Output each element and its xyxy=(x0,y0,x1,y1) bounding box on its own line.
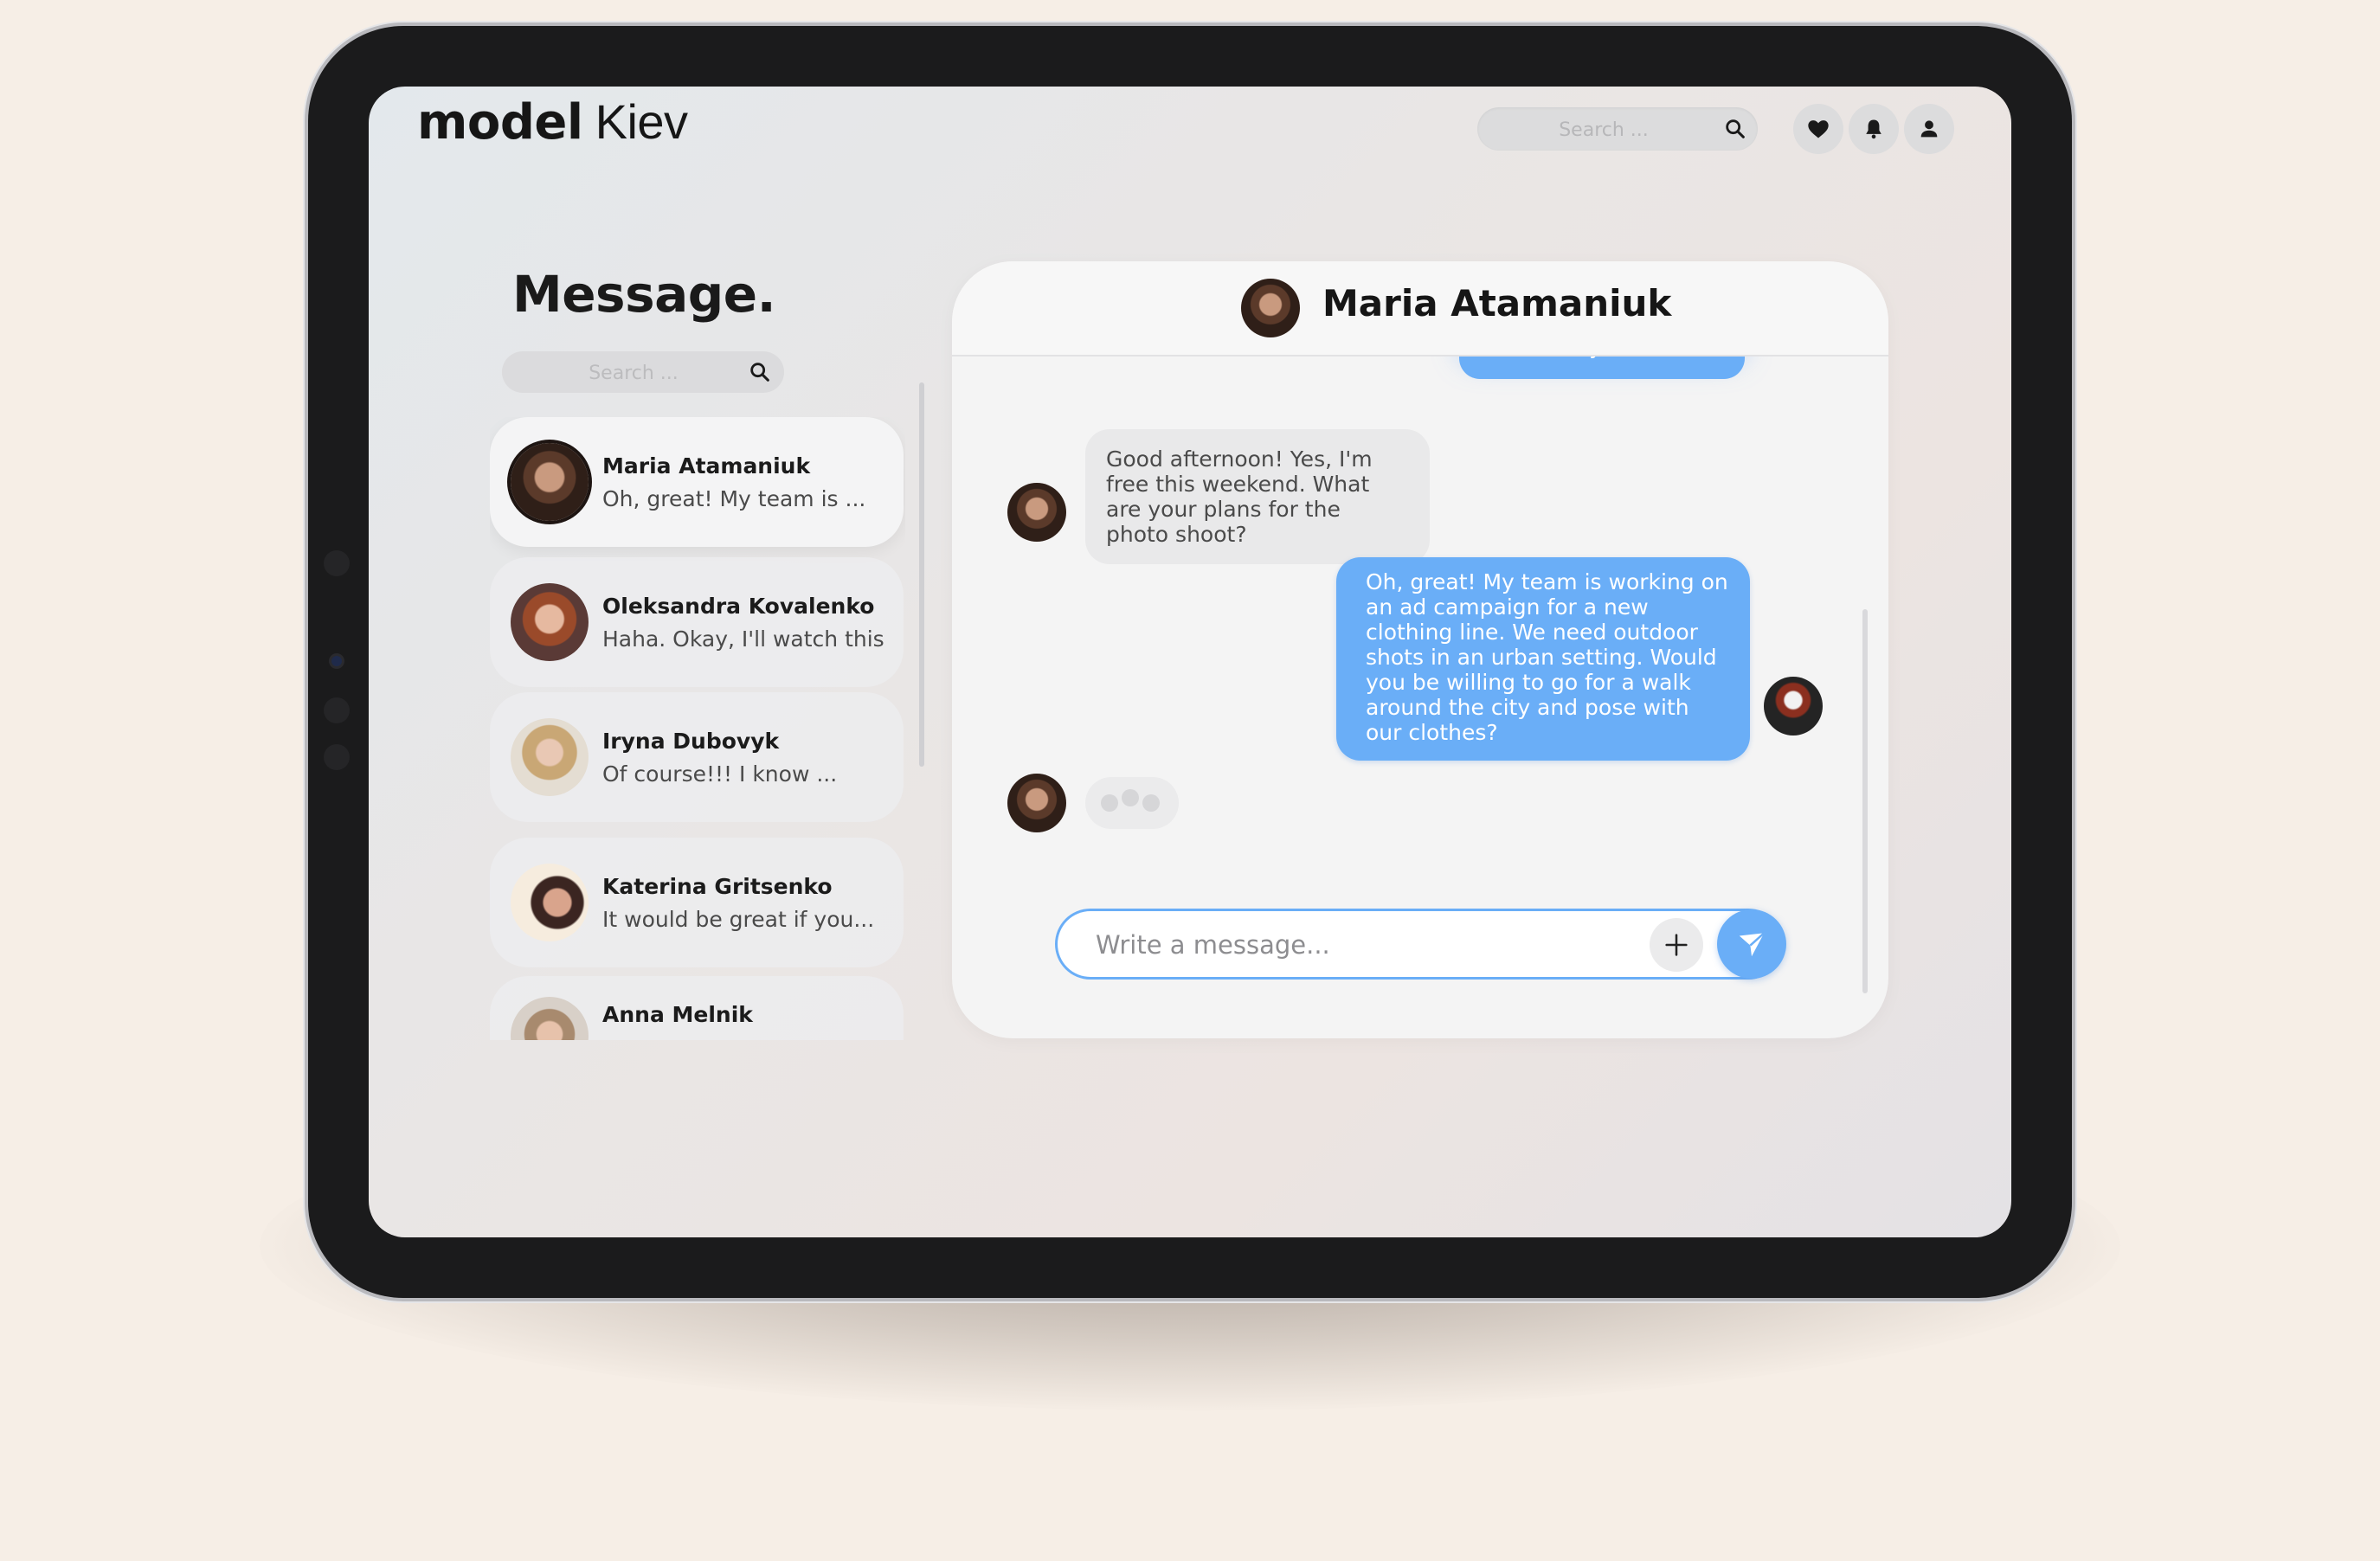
bell-icon xyxy=(1866,119,1881,139)
typing-dot xyxy=(1142,794,1160,812)
typing-dot xyxy=(1122,789,1139,806)
notifications-button[interactable] xyxy=(1849,104,1899,154)
contact-list-scrollbar[interactable] xyxy=(919,382,924,767)
front-camera xyxy=(331,656,342,666)
contact-name: Maria Atamaniuk xyxy=(602,453,811,479)
chat-scrollbar[interactable] xyxy=(1862,609,1868,993)
chat-contact-avatar[interactable] xyxy=(1241,279,1300,337)
app-logo[interactable]: model Kiev xyxy=(417,93,688,151)
avatar xyxy=(511,443,589,521)
sender-avatar xyxy=(1007,483,1066,542)
chat-panel: Haha. Okay, I'll watch this Maria Ataman… xyxy=(952,261,1888,1038)
send-icon xyxy=(1739,932,1766,957)
favorites-button[interactable] xyxy=(1793,104,1843,154)
device-sensor xyxy=(324,697,350,723)
send-button[interactable] xyxy=(1717,909,1786,979)
chat-header: Maria Atamaniuk xyxy=(952,261,1888,357)
avatar xyxy=(511,718,589,796)
header-search-bar[interactable] xyxy=(1477,107,1758,151)
avatar xyxy=(511,583,589,661)
message-composer[interactable] xyxy=(1058,909,1786,979)
logo-light-text: Kiev xyxy=(595,94,688,149)
logo-bold-text: model xyxy=(417,94,583,151)
contact-item[interactable]: Katerina Gritsenko It would be great if … xyxy=(490,838,904,967)
own-avatar xyxy=(1764,677,1823,736)
message-input[interactable] xyxy=(1094,922,1617,968)
profile-button[interactable] xyxy=(1904,104,1954,154)
contact-item[interactable]: Iryna Dubovyk Of course!!! I know ... xyxy=(490,692,904,822)
add-attachment-button[interactable] xyxy=(1650,918,1703,972)
contacts-search-bar[interactable] xyxy=(502,351,784,393)
chat-contact-name: Maria Atamaniuk xyxy=(1322,282,1672,324)
avatar xyxy=(511,864,589,941)
typing-indicator xyxy=(1085,777,1179,829)
sender-avatar xyxy=(1007,774,1066,832)
user-icon xyxy=(1920,120,1938,138)
contact-name: Katerina Gritsenko xyxy=(602,874,833,899)
contact-item[interactable]: Oleksandra Kovalenko Haha. Okay, I'll wa… xyxy=(490,557,904,687)
outgoing-message-bubble: Oh, great! My team is working on an ad c… xyxy=(1336,557,1750,761)
heart-icon xyxy=(1808,120,1829,138)
tablet-device: modelKiev Message xyxy=(308,26,2072,1298)
contact-name: Oleksandra Kovalenko xyxy=(602,594,875,619)
contact-item[interactable]: Anna Melnik xyxy=(490,976,904,1040)
plus-icon xyxy=(1665,934,1688,956)
contact-preview: It would be great if you... xyxy=(602,907,875,932)
contact-name: Iryna Dubovyk xyxy=(602,729,780,754)
contact-preview: Haha. Okay, I'll watch this xyxy=(602,626,884,652)
device-sensor xyxy=(324,744,350,770)
incoming-message-bubble: Good afternoon! Yes, I'm free this weeke… xyxy=(1085,429,1430,564)
contact-preview: Of course!!! I know ... xyxy=(602,761,838,787)
contact-item[interactable]: Maria Atamaniuk Oh, great! My team is ..… xyxy=(490,417,904,547)
search-icon[interactable] xyxy=(748,360,772,384)
contact-name: Anna Melnik xyxy=(602,1002,753,1027)
device-sensor xyxy=(324,550,350,576)
header-search-input[interactable] xyxy=(1515,113,1692,146)
contact-preview: Oh, great! My team is ... xyxy=(602,486,866,511)
contacts-search-input[interactable] xyxy=(537,357,730,389)
messages-title: Message. xyxy=(512,265,776,324)
typing-dot xyxy=(1101,794,1118,812)
search-icon[interactable] xyxy=(1723,117,1747,141)
avatar xyxy=(511,997,589,1040)
app-screen: modelKiev Message xyxy=(369,87,2011,1237)
contact-list: Maria Atamaniuk Oh, great! My team is ..… xyxy=(490,417,905,1040)
